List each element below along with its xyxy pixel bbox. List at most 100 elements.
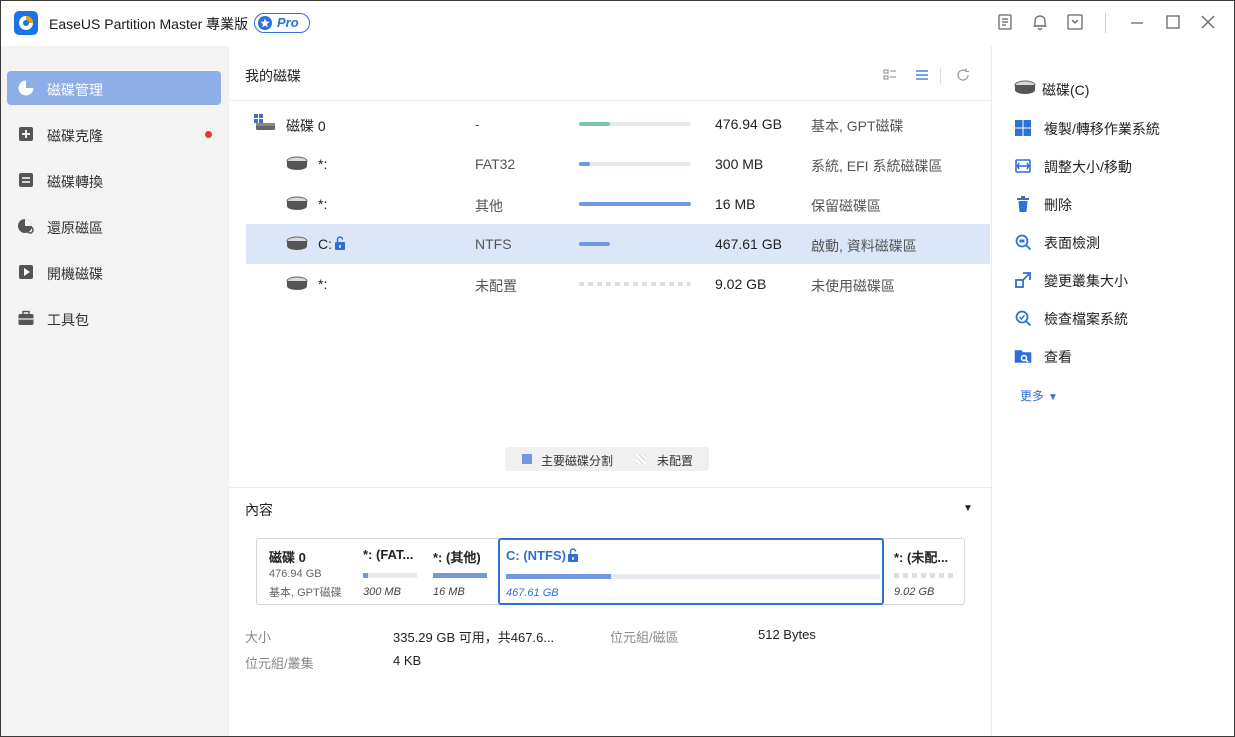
usage-bar [579, 162, 691, 166]
disk-map-disk[interactable]: 磁碟 0 476.94 GB 基本, GPT磁碟 [263, 539, 355, 604]
partition-icon [286, 156, 308, 175]
collapse-caret-icon[interactable]: ▼ [963, 503, 973, 514]
disk-map-partition[interactable]: *: (FAT... 300 MB [357, 539, 423, 604]
partition-type: 未使用磁碟區 [811, 278, 895, 294]
capacity: 300 MB [715, 156, 764, 172]
file-system: FAT32 [475, 156, 516, 172]
partition-name: *: [318, 276, 328, 292]
easeus-logo-icon [14, 11, 38, 35]
trash-icon [1014, 195, 1032, 213]
bell-icon[interactable] [1031, 13, 1051, 33]
disk-map-fill [506, 574, 611, 579]
app-window: EaseUS Partition Master 專業版 Pro 磁碟管理 磁碟克… [0, 0, 1235, 737]
notes-icon[interactable] [996, 13, 1016, 33]
info-bytes-cluster-label: 位元組/叢集 [245, 656, 314, 671]
recover-icon [17, 217, 35, 235]
caret-down-icon: ▼ [1048, 392, 1058, 403]
disk-map-bar [433, 573, 487, 578]
op-label: 變更叢集大小 [1044, 273, 1128, 289]
header-divider [229, 100, 991, 101]
resize-icon [1014, 157, 1032, 175]
op-migrate-os[interactable]: 複製/轉移作業系統 [1014, 117, 1214, 139]
titlebar-divider [1105, 13, 1106, 33]
capacity: 467.61 GB [715, 236, 782, 252]
star-icon [258, 16, 272, 30]
disk-panel: 我的磁碟 磁碟 0 - 476.94 GB 基本, GPT磁碟 *: FAT32… [229, 46, 991, 736]
partition-type: 系統, EFI 系統磁碟區 [811, 158, 943, 174]
app-title: EaseUS Partition Master 專業版 [49, 16, 249, 32]
disk-map-capacity: 9.02 GB [894, 586, 935, 598]
op-label: 刪除 [1044, 197, 1072, 213]
table-row[interactable]: *: 未配置 9.02 GB 未使用磁碟區 [246, 264, 990, 304]
disk-map-bar [363, 573, 417, 578]
grid-view-icon[interactable] [883, 68, 897, 82]
disk-map-fill [433, 573, 487, 578]
sidebar-item-label: 磁碟克隆 [47, 128, 103, 144]
sidebar-item-disk-clone[interactable]: 磁碟克隆 [7, 117, 221, 151]
disk-map-capacity: 16 MB [433, 586, 465, 598]
boot-disk-icon [17, 263, 35, 281]
capacity: 16 MB [715, 196, 756, 212]
sidebar-item-label: 工具包 [47, 312, 89, 328]
info-size-value: 335.29 GB 可用，共467.6... [393, 630, 555, 645]
sidebar-item-toolkit[interactable]: 工具包 [7, 301, 221, 335]
disk-map-bar-unallocated [894, 573, 954, 578]
table-row-selected[interactable]: C: NTFS 467.61 GB 啟動, 資料磁碟區 [246, 224, 990, 264]
table-row[interactable]: *: 其他 16 MB 保留磁碟區 [246, 184, 990, 224]
disk-map-title: *: (FAT... [363, 547, 414, 562]
sidebar-item-label: 磁碟轉換 [47, 174, 103, 190]
op-surface-test[interactable]: 表面檢測 [1014, 231, 1214, 253]
pro-badge[interactable]: Pro [254, 13, 310, 33]
disk-map-partition-selected[interactable]: C: (NTFS) 467.61 GB [498, 538, 884, 605]
list-view-icon[interactable] [915, 68, 929, 82]
partition-icon [286, 276, 308, 295]
disk-map-title: C: (NTFS) [506, 548, 566, 563]
usage-bar [579, 242, 691, 246]
sidebar-item-partition-recovery[interactable]: 還原磁區 [7, 209, 221, 243]
sidebar-item-label: 開機磁碟 [47, 266, 103, 282]
partition-type: 啟動, 資料磁碟區 [811, 238, 917, 254]
sidebar-item-disk-management[interactable]: 磁碟管理 [7, 71, 221, 105]
download-icon[interactable] [1066, 13, 1086, 33]
more-label: 更多 [1020, 389, 1045, 403]
sidebar-item-boot-disk[interactable]: 開機磁碟 [7, 255, 221, 289]
info-bytes-sector-label: 位元組/磁區 [610, 630, 679, 645]
usage-fill [579, 202, 691, 206]
table-row[interactable]: 磁碟 0 - 476.94 GB 基本, GPT磁碟 [246, 104, 990, 144]
op-label: 磁碟(C) [1042, 82, 1090, 98]
op-explore[interactable]: 查看 [1014, 345, 1214, 367]
disk-map-title: *: (未配... [894, 550, 949, 565]
panel-title: 我的磁碟 [245, 68, 301, 84]
capacity: 9.02 GB [715, 276, 767, 292]
toolbox-icon [17, 309, 35, 327]
op-check-file-system[interactable]: 檢查檔案系統 [1014, 307, 1214, 329]
partition-name: *: [318, 196, 328, 212]
maximize-icon[interactable] [1164, 13, 1184, 33]
cluster-icon [1014, 271, 1032, 289]
sidebar-item-disk-convert[interactable]: 磁碟轉換 [7, 163, 221, 197]
legend: 主要磁碟分割 未配置 [505, 447, 709, 471]
refresh-icon[interactable] [956, 68, 970, 82]
unlock-icon [567, 548, 579, 565]
minimize-icon[interactable] [1128, 13, 1148, 33]
disk-map-size: 476.94 GB [269, 568, 322, 580]
partition-type: 基本, GPT磁碟 [811, 118, 904, 134]
disk-map-partition[interactable]: *: (其他) 16 MB [427, 539, 493, 604]
op-disk-c[interactable]: 磁碟(C) [1014, 78, 1214, 100]
sidebar-item-label: 還原磁區 [47, 220, 103, 236]
disk-map-partition[interactable]: *: (未配... 9.02 GB [888, 539, 960, 604]
op-label: 複製/轉移作業系統 [1044, 121, 1160, 137]
partition-name: *: [318, 156, 328, 172]
op-delete[interactable]: 刪除 [1014, 193, 1214, 215]
legend-swatch-primary [522, 454, 532, 464]
op-resize-move[interactable]: 調整大小/移動 [1014, 155, 1214, 177]
unlock-icon [334, 236, 346, 253]
disk-map-capacity: 300 MB [363, 586, 401, 598]
more-button[interactable]: 更多 ▼ [1020, 387, 1058, 404]
disk-map-bar [506, 574, 880, 579]
table-row[interactable]: *: FAT32 300 MB 系統, EFI 系統磁碟區 [246, 144, 990, 184]
legend-label-unallocated: 未配置 [657, 454, 694, 468]
close-icon[interactable] [1199, 13, 1219, 33]
hard-disk-icon [254, 114, 276, 135]
op-change-cluster[interactable]: 變更叢集大小 [1014, 269, 1214, 291]
